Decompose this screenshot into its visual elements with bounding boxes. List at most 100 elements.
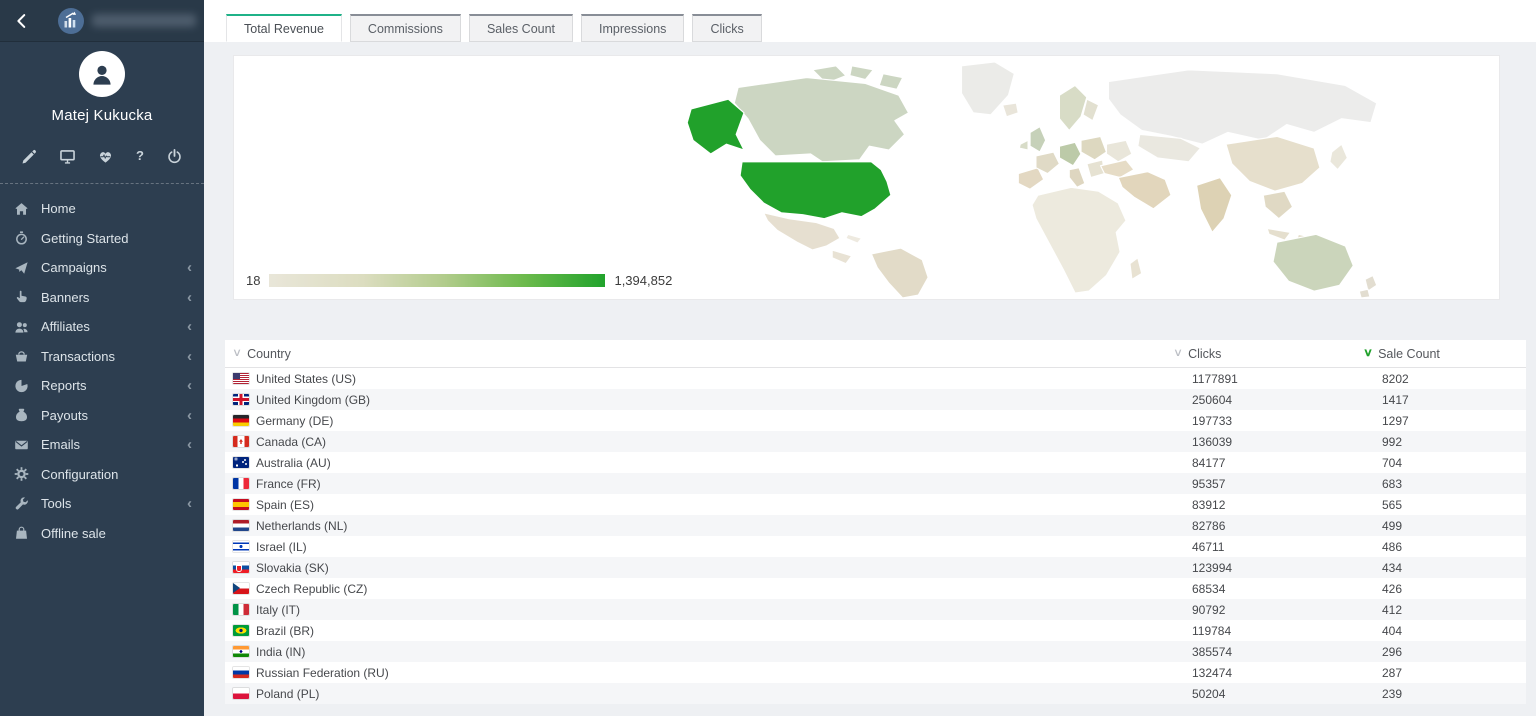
- map-country-germany[interactable]: [1059, 142, 1081, 166]
- map-country-iceland[interactable]: [1003, 103, 1019, 117]
- tab-commissions[interactable]: Commissions: [350, 14, 461, 42]
- map-region-southeast-asia[interactable]: [1263, 191, 1292, 218]
- sidebar-item-affiliates[interactable]: Affiliates‹: [0, 312, 204, 342]
- map-country-canada[interactable]: [850, 66, 874, 80]
- tab-label: Sales Count: [487, 22, 555, 36]
- country-cell: France (FR): [225, 477, 1166, 491]
- heartbeat-button[interactable]: [98, 149, 113, 164]
- map-country-spain[interactable]: [1018, 168, 1043, 190]
- sidebar-item-reports[interactable]: Reports‹: [0, 371, 204, 401]
- country-flag-icon: [233, 646, 249, 657]
- map-region-central-america[interactable]: [832, 250, 852, 264]
- map-country-united-kingdom[interactable]: [1030, 127, 1046, 152]
- sidebar-item-transactions[interactable]: Transactions‹: [0, 342, 204, 372]
- tab-sales-count[interactable]: Sales Count: [469, 14, 573, 42]
- country-name: Czech Republic (CZ): [256, 582, 367, 596]
- sidebar-item-configuration[interactable]: Configuration: [0, 460, 204, 490]
- country-flag-icon: [233, 604, 249, 615]
- collapse-sidebar-button[interactable]: [0, 11, 44, 31]
- map-country-canada[interactable]: [734, 78, 908, 162]
- help-button[interactable]: ?: [136, 147, 144, 165]
- sidebar-item-tools[interactable]: Tools‹: [0, 489, 204, 519]
- map-country-russia[interactable]: [1108, 70, 1376, 144]
- sidebar-item-label: Banners: [41, 290, 187, 305]
- column-header-country[interactable]: ∨Country: [225, 347, 1166, 361]
- map-country-ireland[interactable]: [1019, 140, 1028, 150]
- map-country-us-alaska[interactable]: [687, 99, 744, 154]
- column-header-label: Clicks: [1188, 347, 1221, 361]
- pencil-button[interactable]: [22, 149, 37, 164]
- shopping-bag-icon: [14, 526, 29, 540]
- map-country-australia[interactable]: [1273, 234, 1353, 291]
- table-row: Brazil (BR)119784404: [225, 620, 1526, 641]
- country-name: United States (US): [256, 372, 356, 386]
- avatar: [79, 51, 125, 97]
- map-country-canada[interactable]: [879, 74, 903, 90]
- legend-max-value: 1,394,852: [614, 273, 672, 288]
- map-country-new-zealand[interactable]: [1365, 275, 1377, 291]
- map-region-caribbean[interactable]: [846, 234, 862, 243]
- sidebar-item-banners[interactable]: Banners‹: [0, 283, 204, 313]
- app-logo[interactable]: [58, 8, 196, 34]
- legend-min-value: 18: [246, 273, 260, 288]
- table-row: Australia (AU)84177704: [225, 452, 1526, 473]
- clicks-cell: 123994: [1166, 561, 1356, 575]
- sidebar-item-payouts[interactable]: Payouts‹: [0, 401, 204, 431]
- country-flag-icon: [233, 520, 249, 531]
- tab-clicks[interactable]: Clicks: [692, 14, 761, 42]
- sidebar-item-offline-sale[interactable]: Offline sale: [0, 519, 204, 549]
- map-region-south-america[interactable]: [871, 248, 928, 298]
- map-country-united-states[interactable]: [740, 162, 891, 219]
- table-row: Italy (IT)90792412: [225, 599, 1526, 620]
- chevron-left-icon: ‹: [187, 349, 192, 364]
- map-region-scandinavia[interactable]: [1059, 85, 1086, 130]
- table-row: Poland (PL)50204239: [225, 683, 1526, 704]
- country-flag-icon: [233, 478, 249, 489]
- country-name: Australia (AU): [256, 456, 331, 470]
- sidebar-item-label: Payouts: [41, 408, 187, 423]
- logo-icon: [58, 8, 84, 34]
- sidebar-item-getting-started[interactable]: Getting Started: [0, 224, 204, 254]
- sidebar-header: [0, 0, 204, 42]
- clicks-cell: 50204: [1166, 687, 1356, 701]
- world-map-choropleth[interactable]: [674, 58, 1390, 298]
- map-country-ukraine[interactable]: [1106, 140, 1131, 162]
- tab-total-revenue[interactable]: Total Revenue: [226, 14, 342, 42]
- stopwatch-icon: [14, 231, 29, 245]
- map-country-new-zealand[interactable]: [1359, 289, 1370, 298]
- tab-impressions[interactable]: Impressions: [581, 14, 684, 42]
- sidebar-item-label: Getting Started: [41, 231, 192, 246]
- heartbeat-icon: [98, 149, 113, 164]
- map-country-madagascar[interactable]: [1130, 258, 1142, 280]
- help-icon: ?: [136, 148, 144, 163]
- country-name: India (IN): [256, 645, 305, 659]
- sidebar-item-emails[interactable]: Emails‹: [0, 430, 204, 460]
- sidebar-item-label: Offline sale: [41, 526, 192, 541]
- sale-count-cell: 1297: [1356, 414, 1526, 428]
- map-country-india[interactable]: [1197, 178, 1232, 233]
- country-cell: Russian Federation (RU): [225, 666, 1166, 680]
- person-icon: [90, 62, 114, 86]
- sidebar-item-label: Affiliates: [41, 319, 187, 334]
- country-flag-icon: [233, 667, 249, 678]
- country-flag-icon: [233, 562, 249, 573]
- monitor-button[interactable]: [60, 149, 75, 164]
- column-header-sale-count[interactable]: ∨Sale Count: [1356, 347, 1526, 361]
- map-country-china[interactable]: [1226, 136, 1320, 191]
- map-country-italy[interactable]: [1069, 168, 1085, 188]
- map-country-indonesia[interactable]: [1267, 228, 1291, 240]
- column-header-clicks[interactable]: ∨Clicks: [1166, 347, 1356, 361]
- map-country-japan[interactable]: [1330, 144, 1348, 169]
- power-icon: [167, 149, 182, 164]
- map-region-eastern-europe[interactable]: [1081, 136, 1106, 160]
- map-country-mexico[interactable]: [764, 213, 840, 250]
- tab-label: Commissions: [368, 22, 443, 36]
- map-region-africa[interactable]: [1032, 187, 1126, 293]
- monitor-icon: [60, 149, 75, 164]
- power-button[interactable]: [167, 149, 182, 164]
- sidebar-item-campaigns[interactable]: Campaigns‹: [0, 253, 204, 283]
- sidebar-item-home[interactable]: Home: [0, 194, 204, 224]
- sale-count-cell: 412: [1356, 603, 1526, 617]
- country-name: France (FR): [256, 477, 321, 491]
- map-region-middle-east[interactable]: [1118, 172, 1171, 209]
